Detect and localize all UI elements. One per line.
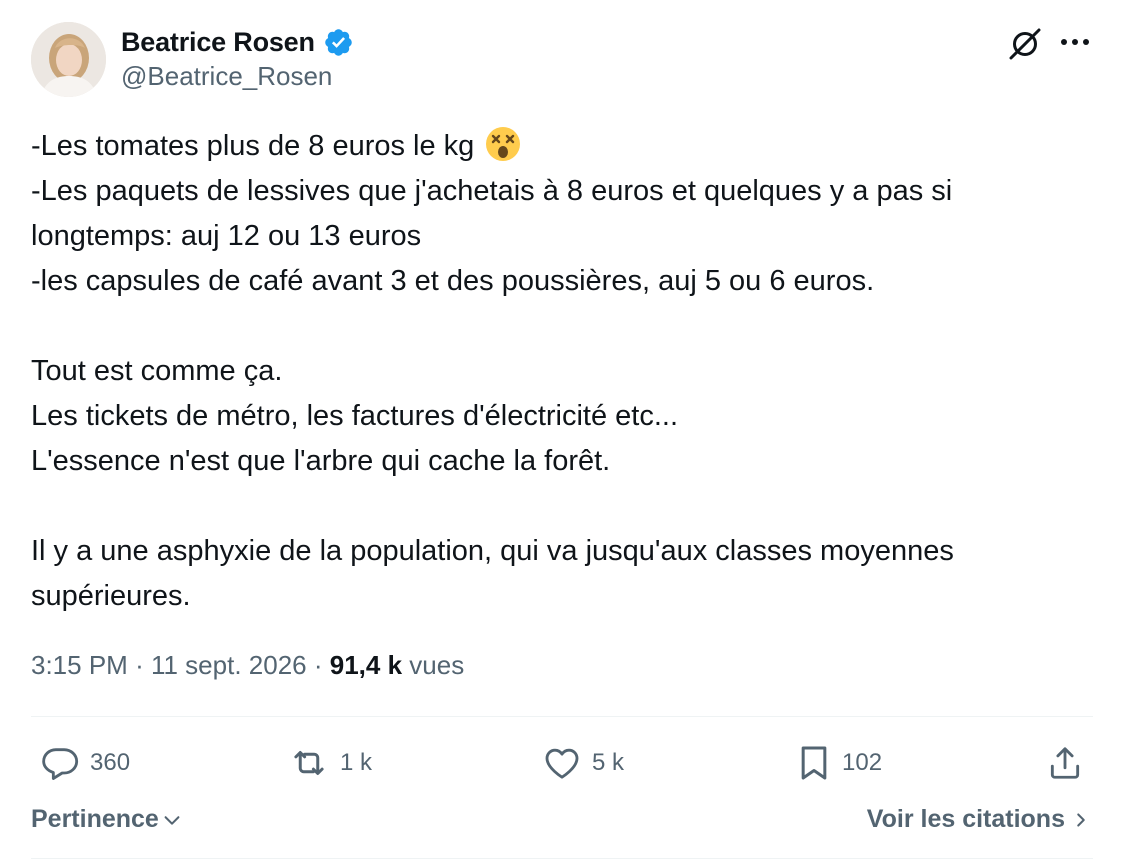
divider (31, 858, 1093, 859)
bookmark-button[interactable]: 102 (796, 742, 882, 784)
views-label: vues (409, 650, 465, 680)
sort-label: Pertinence (31, 805, 159, 833)
tweet-blank-line (31, 484, 1096, 529)
dizzy-face-icon (486, 127, 521, 161)
views-count: 91,4 k (329, 650, 403, 680)
meta-separator: · (135, 650, 144, 680)
heart-icon (545, 748, 579, 779)
like-button[interactable]: 5 k (542, 742, 624, 784)
tweet-line: Les tickets de métro, les factures d'éle… (31, 400, 679, 432)
tweet-blank-line (31, 304, 1096, 349)
reply-count: 360 (90, 749, 131, 776)
tweet-line: -Les tomates plus de 8 euros le kg (31, 124, 1096, 169)
tweet-meta: 3:15 PM · 11 sept. 2026 · 91,4 k vues (31, 650, 464, 681)
tweet-date[interactable]: 11 sept. 2026 (151, 650, 307, 680)
avatar-photo (31, 22, 106, 97)
repost-icon (294, 751, 324, 775)
sort-dropdown[interactable]: Pertinence (31, 805, 183, 834)
tweet-line: -les capsules de café avant 3 et des pou… (31, 265, 875, 297)
reply-icon (42, 748, 79, 780)
share-icon (1050, 747, 1080, 779)
view-quotes-link[interactable]: Voir les citations (867, 805, 1089, 834)
divider (31, 716, 1093, 717)
more-options-icon[interactable] (1058, 28, 1092, 56)
tweet-text: -Les tomates plus de 8 euros le kg -Les … (31, 124, 1096, 619)
like-count: 5 k (592, 749, 625, 776)
grok-icon[interactable] (1006, 25, 1044, 63)
tweet-line: -Les paquets de lessives que j'achetais … (31, 175, 953, 252)
tweet-time[interactable]: 3:15 PM (31, 650, 128, 680)
bookmark-icon (801, 746, 827, 780)
reply-button[interactable]: 360 (40, 742, 130, 784)
tweet-line: L'essence n'est que l'arbre qui cache la… (31, 445, 611, 477)
tweet: Beatrice Rosen @Beatrice_Rosen -Les toma… (0, 0, 1123, 860)
tweet-line: Tout est comme ça. (31, 355, 283, 387)
share-button[interactable] (1046, 742, 1084, 784)
repost-button[interactable]: 1 k (288, 742, 372, 784)
avatar[interactable] (31, 22, 106, 97)
quotes-label: Voir les citations (866, 805, 1065, 833)
author-name-row: Beatrice Rosen (121, 24, 354, 60)
bookmark-count: 102 (842, 749, 883, 776)
tweet-line: Il y a une asphyxie de la population, qu… (31, 535, 954, 612)
chevron-right-icon (1077, 812, 1085, 827)
meta-separator: · (313, 650, 323, 680)
chevron-down-icon (164, 815, 180, 825)
verified-badge-icon[interactable] (323, 27, 354, 58)
display-name[interactable]: Beatrice Rosen (121, 27, 315, 58)
repost-count: 1 k (340, 749, 373, 776)
author-handle[interactable]: @Beatrice_Rosen (121, 61, 332, 92)
